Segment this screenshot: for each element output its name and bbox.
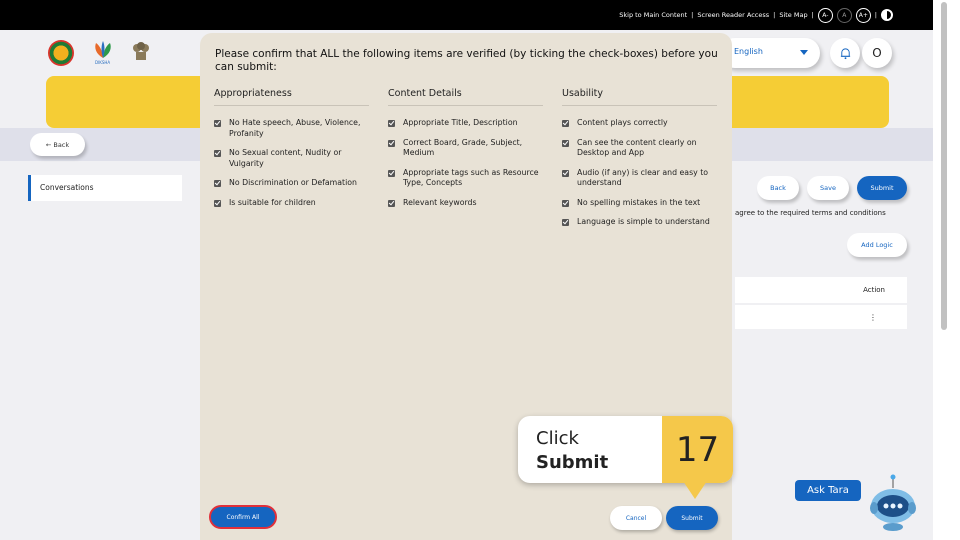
editor-submit-button[interactable]: Submit	[857, 176, 907, 200]
checklist-item[interactable]: Content plays correctly	[562, 118, 717, 129]
sidebar-item-conversations[interactable]: Conversations	[28, 175, 182, 201]
checklist-item[interactable]: Appropriate Title, Description	[388, 118, 543, 129]
font-increase-button[interactable]: A+	[855, 7, 871, 23]
checklist-item[interactable]: Correct Board, Grade, Subject, Medium	[388, 138, 543, 159]
checkbox-checked-icon[interactable]	[388, 139, 395, 147]
callout-instruction: Click Submit	[536, 427, 608, 475]
cancel-button[interactable]: Cancel	[610, 506, 662, 530]
contrast-toggle-icon[interactable]	[881, 9, 893, 21]
accessibility-bar: Skip to Main Content | Screen Reader Acc…	[0, 0, 933, 30]
checkbox-checked-icon[interactable]	[562, 120, 569, 127]
checklist-item-label: Appropriate tags such as Resource Type, …	[403, 167, 539, 188]
accessibility-links: Skip to Main Content | Screen Reader Acc…	[619, 0, 893, 30]
skip-to-content-link[interactable]: Skip to Main Content	[619, 11, 687, 19]
diksha-logo: DIKSHA	[92, 38, 116, 66]
checklist-item-label: Content plays correctly	[577, 118, 668, 127]
checklist-item-label: Correct Board, Grade, Subject, Medium	[403, 137, 523, 158]
checkbox-checked-icon[interactable]	[388, 199, 395, 207]
checklist-item-label: No spelling mistakes in the text	[577, 197, 701, 207]
checklist-item[interactable]: Audio (if any) is clear and easy to unde…	[562, 168, 717, 189]
confirm-all-button[interactable]: Confirm All	[209, 505, 277, 529]
language-select[interactable]: English	[720, 38, 820, 68]
checklist-item-label: Is suitable for children	[229, 197, 316, 207]
logo-caption: DIKSHA	[95, 60, 111, 65]
checklist-item[interactable]: No Sexual content, Nudity or Vulgarity	[214, 148, 369, 169]
checkbox-checked-icon[interactable]	[562, 139, 569, 147]
callout-pointer-arrow	[683, 481, 707, 499]
checklist-column-content-details: Content Details Appropriate Title, Descr…	[388, 88, 543, 217]
checklist-item[interactable]: Relevant keywords	[388, 198, 543, 209]
add-logic-button[interactable]: Add Logic	[847, 233, 907, 257]
language-value: English	[734, 47, 763, 56]
bell-icon	[840, 47, 850, 59]
checklist-item[interactable]: Appropriate tags such as Resource Type, …	[388, 168, 543, 189]
checkbox-checked-icon[interactable]	[214, 120, 221, 127]
checklist-item[interactable]: No spelling mistakes in the text	[562, 198, 717, 209]
checkbox-checked-icon[interactable]	[214, 199, 221, 207]
checkbox-checked-icon[interactable]	[388, 120, 395, 127]
page-scrollbar[interactable]	[933, 0, 960, 540]
diksha-leaf-icon	[95, 41, 111, 58]
checklist-item[interactable]: Language is simple to understand	[562, 217, 717, 228]
robot-assistant-icon[interactable]	[868, 474, 918, 532]
site-map-link[interactable]: Site Map	[779, 11, 807, 19]
callout-line-2: Submit	[536, 452, 609, 473]
checklist-item-label: Relevant keywords	[403, 197, 477, 207]
chevron-down-icon	[800, 50, 808, 55]
separator: |	[773, 11, 776, 19]
checklist-item[interactable]: Is suitable for children	[214, 198, 369, 209]
submit-button[interactable]: Submit	[666, 506, 718, 530]
font-normal-button[interactable]: A	[836, 7, 852, 23]
checklist-item[interactable]: No Discrimination or Defamation	[214, 178, 369, 189]
screen-reader-link[interactable]: Screen Reader Access	[697, 11, 769, 19]
checklist-item[interactable]: Can see the content clearly on Desktop a…	[562, 138, 717, 159]
checklist-item-label: Can see the content clearly on Desktop a…	[577, 137, 697, 158]
modal-title: Please confirm that ALL the following it…	[215, 48, 718, 73]
ask-tara-button[interactable]: Ask Tara	[795, 480, 861, 501]
checkbox-checked-icon[interactable]	[562, 199, 569, 207]
checklist-item-label: No Hate speech, Abuse, Violence, Profani…	[229, 118, 361, 138]
font-decrease-button[interactable]: A-	[817, 7, 833, 23]
editor-back-button[interactable]: Back	[757, 176, 799, 200]
editor-save-button[interactable]: Save	[807, 176, 849, 200]
checklist-item-label: Language is simple to understand	[577, 217, 710, 226]
state-emblem-logo	[48, 40, 74, 66]
step-number-badge: 17	[662, 416, 733, 483]
notification-button[interactable]	[830, 38, 860, 68]
emblem-icon	[133, 42, 149, 60]
row-menu-icon[interactable]: ⋮	[869, 313, 877, 322]
table-row: ⋮	[735, 305, 907, 329]
checkbox-checked-icon[interactable]	[214, 150, 221, 157]
action-column-header: Action	[863, 286, 885, 294]
terms-text: agree to the required terms and conditio…	[735, 209, 886, 217]
checkbox-checked-icon[interactable]	[562, 169, 569, 177]
checklist-item[interactable]: No Hate speech, Abuse, Violence, Profani…	[214, 118, 369, 139]
callout-line-1: Click	[536, 428, 579, 449]
separator: |	[691, 11, 694, 19]
checklist-item-label: Appropriate Title, Description	[403, 118, 518, 127]
table-header: Action	[735, 277, 907, 303]
separator: |	[874, 11, 877, 19]
scrollbar-thumb[interactable]	[941, 2, 947, 330]
checklist-item-label: No Sexual content, Nudity or Vulgarity	[229, 148, 342, 168]
back-button[interactable]: ← Back	[30, 133, 85, 156]
checkbox-checked-icon[interactable]	[388, 169, 395, 177]
checklist-item-label: Audio (if any) is clear and easy to unde…	[577, 167, 709, 188]
column-heading: Appropriateness	[214, 88, 369, 106]
column-heading: Usability	[562, 88, 717, 106]
national-emblem-logo	[131, 38, 155, 66]
separator: |	[811, 11, 814, 19]
user-avatar[interactable]: O	[862, 38, 892, 68]
checkbox-checked-icon[interactable]	[214, 180, 221, 187]
checklist-column-usability: Usability Content plays correctly Can se…	[562, 88, 717, 237]
checkbox-checked-icon[interactable]	[562, 219, 569, 226]
tutorial-callout: Click Submit 17	[518, 416, 733, 483]
checklist-item-label: No Discrimination or Defamation	[229, 178, 357, 187]
checklist-column-appropriateness: Appropriateness No Hate speech, Abuse, V…	[214, 88, 369, 217]
column-heading: Content Details	[388, 88, 543, 106]
